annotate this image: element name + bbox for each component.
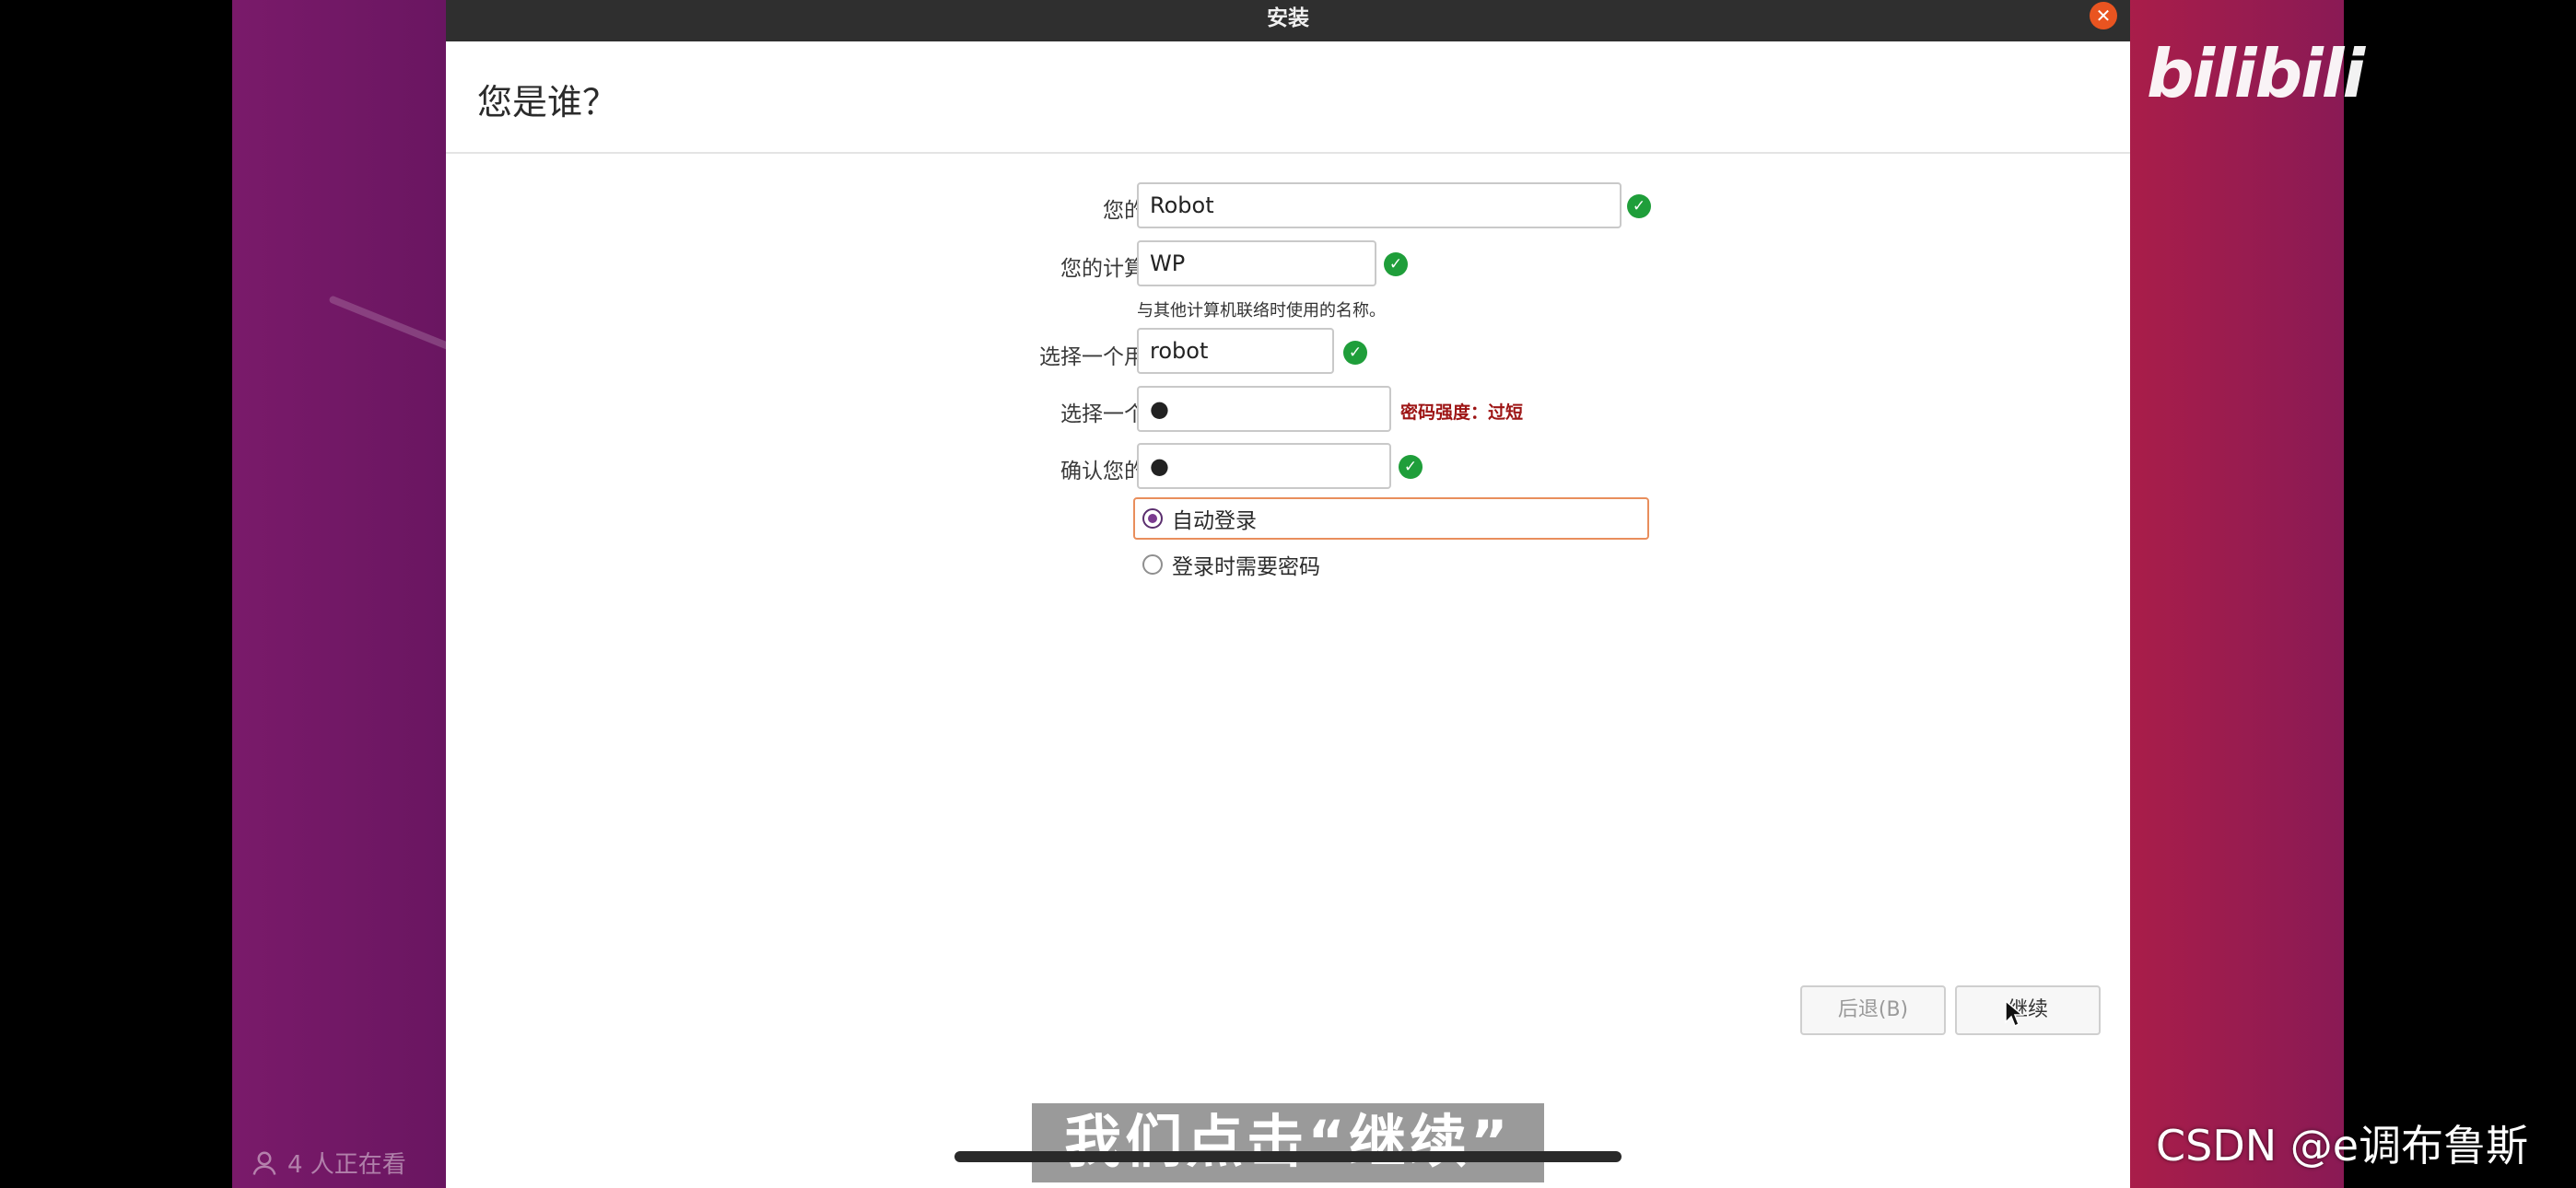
- viewers-icon: [252, 1151, 276, 1175]
- computer-name-field[interactable]: WP: [1137, 240, 1376, 286]
- require-password-label: 登录时需要密码: [1172, 555, 1320, 579]
- username-field[interactable]: robot: [1137, 328, 1334, 374]
- name-ok-icon: ✓: [1627, 194, 1651, 218]
- bilibili-logo: bilibili: [2147, 35, 2365, 112]
- title-bar: 安装 ✕: [446, 0, 2130, 41]
- computer-name-hint: 与其他计算机联络时使用的名称。: [1137, 301, 1386, 320]
- close-icon[interactable]: ✕: [2090, 2, 2117, 29]
- header-divider: [446, 152, 2130, 154]
- username-ok-icon: ✓: [1343, 341, 1367, 365]
- continue-button[interactable]: 继续: [1955, 985, 2101, 1035]
- require-password-option[interactable]: 登录时需要密码: [1142, 549, 1320, 580]
- radio-unselected-icon[interactable]: [1142, 554, 1163, 575]
- faint-watermark: · · · · · ·: [1861, 55, 2023, 102]
- auto-login-label: 自动登录: [1172, 509, 1257, 533]
- video-subtitle: 我们点击“继续”: [1032, 1103, 1544, 1182]
- viewer-count-text: 4 人正在看: [287, 1151, 406, 1179]
- name-field[interactable]: Robot: [1137, 182, 1622, 228]
- page-title: 您是谁？: [477, 82, 618, 122]
- computer-name-ok-icon: ✓: [1384, 252, 1408, 276]
- mouse-cursor-icon: [2005, 1000, 2025, 1028]
- back-button[interactable]: 后退(B): [1800, 985, 1946, 1035]
- password-strength: 密码强度：过短: [1400, 402, 1524, 423]
- auto-login-option[interactable]: 自动登录: [1133, 497, 1649, 540]
- confirm-password-field[interactable]: ●: [1137, 443, 1391, 489]
- window-title: 安装: [1267, 6, 1309, 30]
- video-progress-bar[interactable]: [954, 1151, 1622, 1162]
- installer-window: 安装 ✕ 您是谁？ 您的姓名： Robot ✓ 您的计算机名： WP ✓ 与其他…: [446, 0, 2130, 1188]
- password-field[interactable]: ●: [1137, 386, 1391, 432]
- confirm-ok-icon: ✓: [1399, 455, 1423, 479]
- viewer-count: 4 人正在看: [251, 1146, 406, 1180]
- csdn-watermark: CSDN @e调布鲁斯: [2156, 1121, 2529, 1171]
- radio-selected-icon[interactable]: [1142, 508, 1163, 529]
